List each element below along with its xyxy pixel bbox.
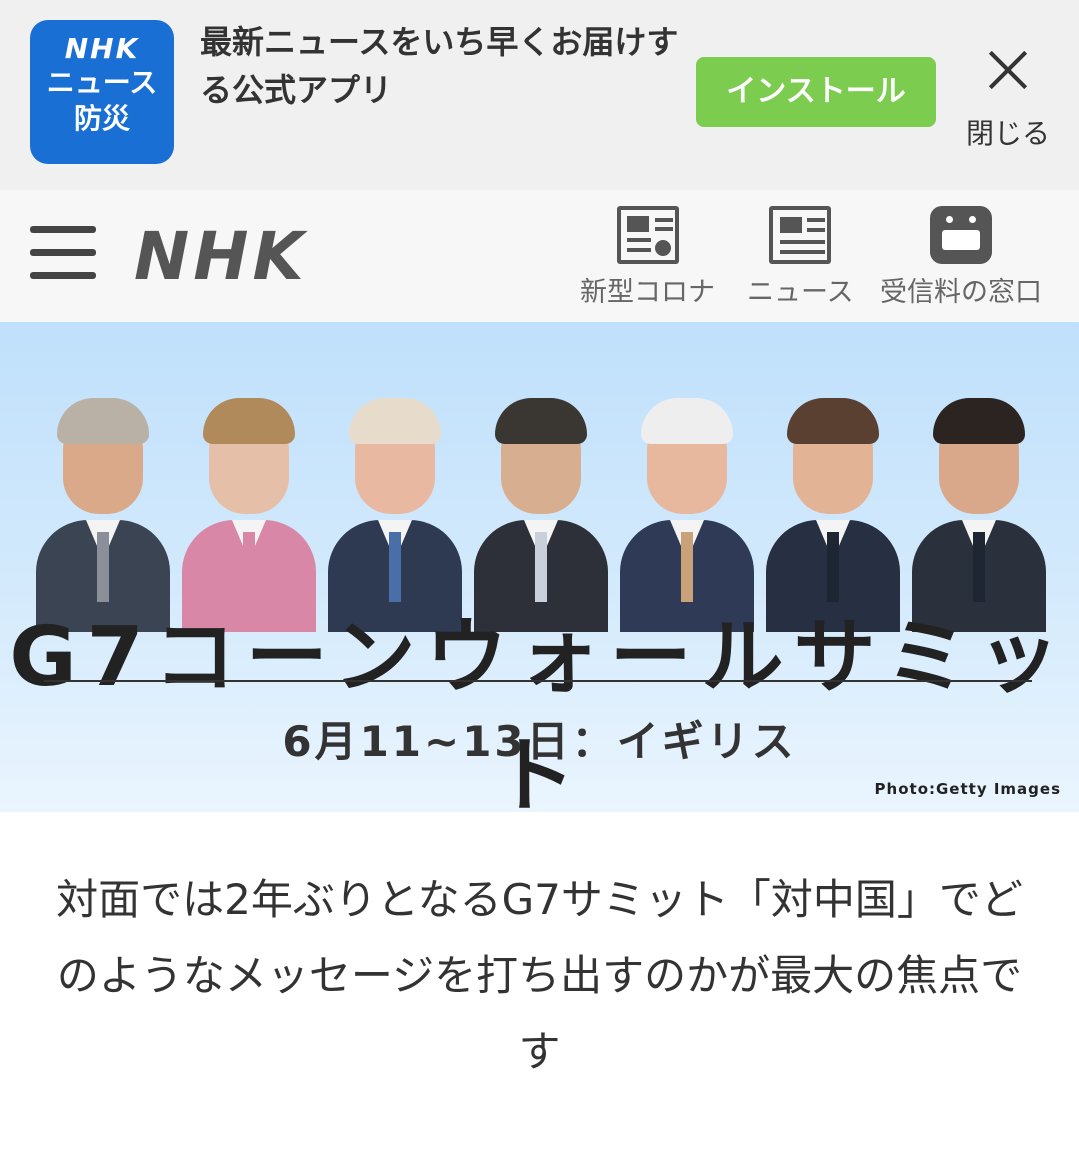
photo-credit: Photo:Getty Images — [874, 780, 1061, 798]
nav-news[interactable]: ニュース — [747, 206, 854, 309]
hero-title: G7コーンウォールサミット — [9, 610, 1070, 812]
site-header: NHK 新型コロナ ニュース 受信料の窓口 — [0, 190, 1079, 324]
install-button[interactable]: インストール — [696, 57, 936, 127]
menu-icon[interactable] — [30, 226, 96, 286]
app-icon-line2: 防災 — [73, 102, 130, 135]
close-icon[interactable] — [986, 48, 1030, 92]
g7-hero-banner[interactable]: G7コーンウォールサミット 6月11~13日：イギリス Photo:Getty … — [0, 322, 1079, 812]
app-icon-logo: NHK — [64, 32, 140, 65]
newspaper-virus-icon[interactable] — [616, 206, 679, 264]
close-label[interactable]: 閉じる — [958, 112, 1058, 152]
close-banner-button[interactable]: 閉じる — [958, 40, 1058, 150]
nav-corona-label[interactable]: 新型コロナ — [580, 270, 715, 309]
nav-news-label[interactable]: ニュース — [747, 270, 854, 309]
app-install-banner: NHK ニュース 防災 最新ニュースをいち早くお届けする公式アプリ インストール… — [0, 0, 1079, 190]
nhk-news-app-icon: NHK ニュース 防災 — [30, 20, 174, 164]
newspaper-icon[interactable] — [769, 206, 832, 264]
app-banner-text: 最新ニュースをいち早くお届けする公式アプリ — [200, 23, 679, 109]
hero-date: 6月11~13日：イギリス — [282, 717, 797, 766]
article-lead[interactable]: 対面では2年ぶりとなるG7サミット「対中国」でどのようなメッセージを打ち出すのか… — [40, 862, 1039, 1090]
nav-reception-fee-label[interactable]: 受信料の窓口 — [880, 270, 1042, 309]
nav-corona[interactable]: 新型コロナ — [580, 206, 715, 309]
nhk-logo[interactable]: NHK — [134, 218, 308, 295]
domo-kun-icon[interactable] — [930, 206, 992, 264]
app-icon-line1: ニュース — [46, 66, 158, 99]
nav-reception-fee[interactable]: 受信料の窓口 — [880, 206, 1042, 309]
hero-divider — [44, 680, 1032, 682]
